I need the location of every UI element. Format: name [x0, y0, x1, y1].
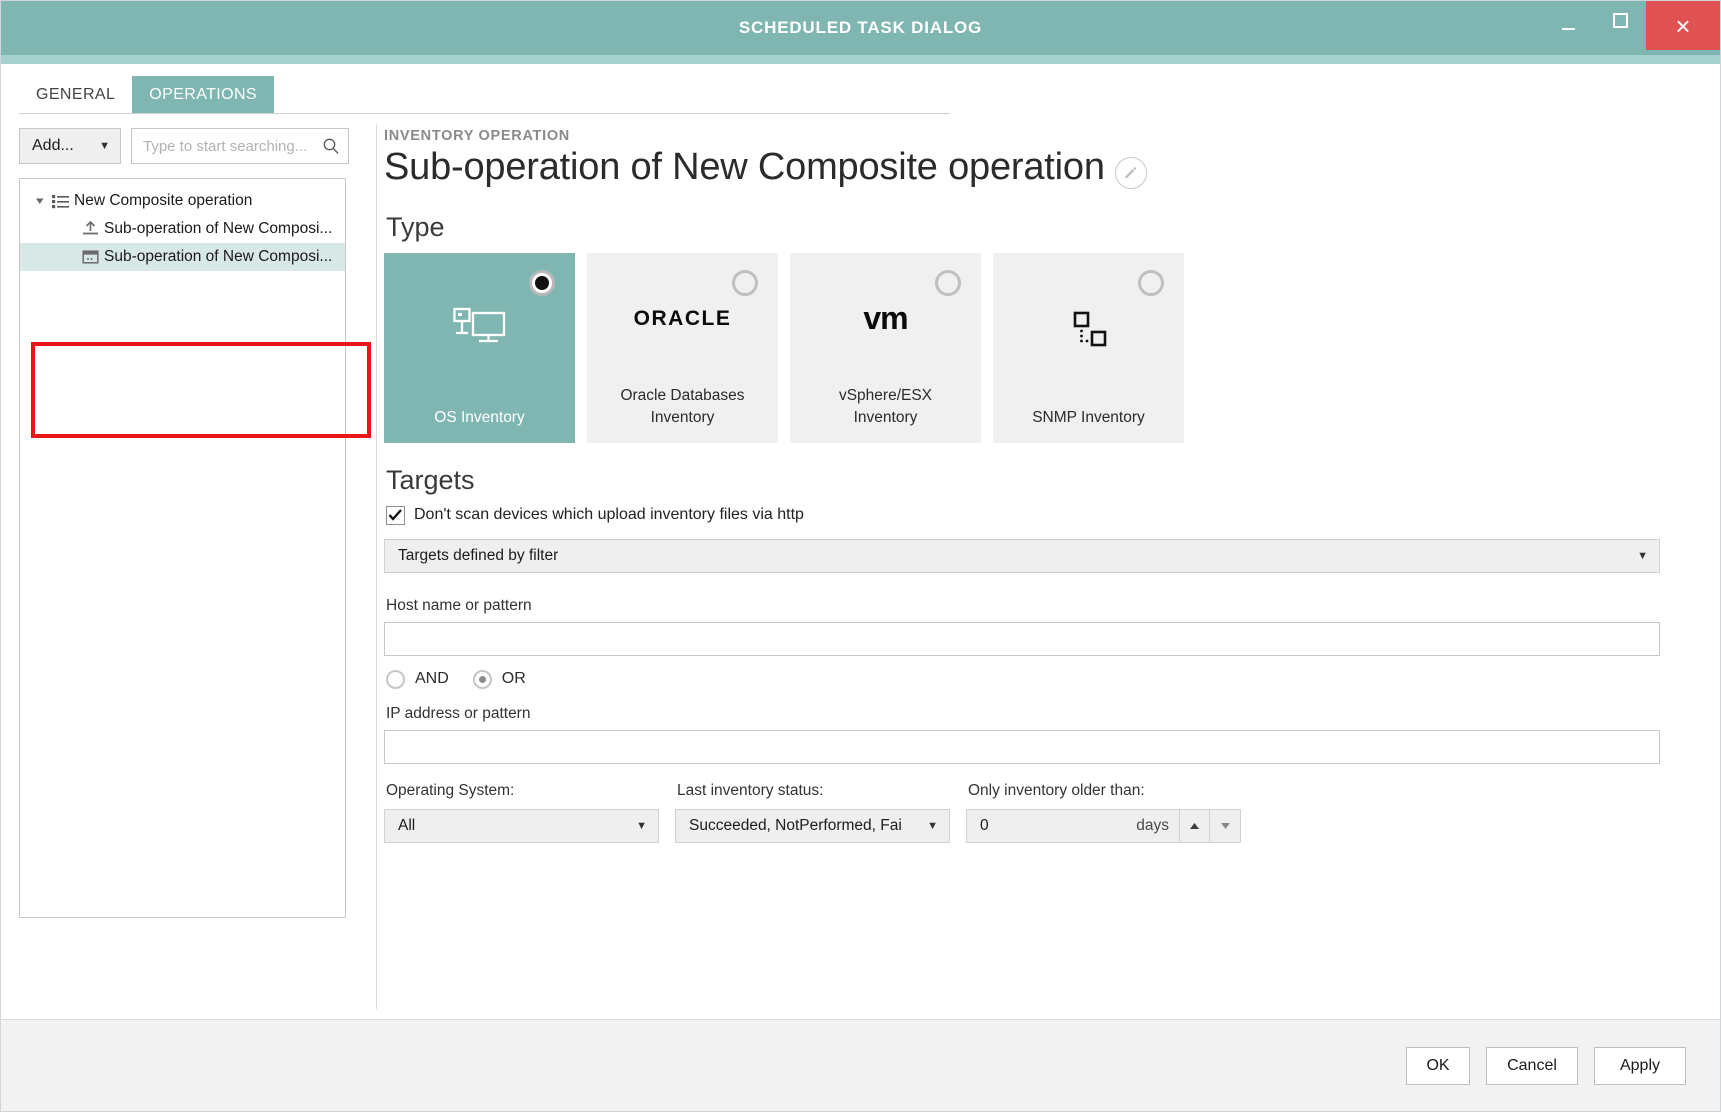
operations-tree[interactable]: New Composite operation Sub-operation of…: [19, 178, 371, 918]
targets-section-heading: Targets: [386, 464, 475, 495]
tree-item-root[interactable]: New Composite operation: [20, 187, 345, 215]
minimize-button[interactable]: [1542, 1, 1594, 39]
operating-system-value: All: [398, 816, 416, 834]
radio-and[interactable]: [386, 669, 405, 689]
target-mode-select[interactable]: Targets defined by filter ▼: [384, 538, 1660, 573]
title-accent-bar: [1, 55, 1720, 64]
dialog-footer: OK Cancel Apply: [1, 1019, 1720, 1111]
radio-vsphere-esx[interactable]: [935, 269, 961, 296]
search-placeholder: Type to start searching...: [143, 137, 308, 155]
close-icon: ×: [1675, 10, 1691, 41]
scheduled-task-dialog: SCHEDULED TASK DIALOG × GENERAL OPERATIO…: [0, 0, 1721, 1112]
tree-highlight-annotation: [31, 342, 371, 438]
radio-oracle-databases[interactable]: [732, 269, 758, 296]
inventory-box-icon: [78, 249, 102, 265]
maximize-icon: [1612, 12, 1628, 28]
pencil-icon[interactable]: [1114, 156, 1147, 189]
expand-collapse-icon[interactable]: [32, 196, 48, 206]
operation-detail-panel: INVENTORY OPERATION Sub-operation of New…: [376, 114, 1720, 1019]
tab-general[interactable]: GENERAL: [19, 76, 132, 114]
window-controls: ×: [1542, 1, 1720, 55]
type-tile-label: vSphere/ESX Inventory: [838, 386, 933, 426]
host-name-label: Host name or pattern: [386, 596, 532, 614]
radio-and-label: AND: [415, 670, 449, 688]
target-mode-value: Targets defined by filter: [398, 546, 559, 564]
list-icon: [48, 194, 72, 209]
tree-item-sub-operation-1[interactable]: Sub-operation of New Composi...: [20, 215, 345, 243]
inventory-age-input[interactable]: 0 days: [966, 808, 1179, 843]
chevron-down-icon: ▼: [927, 819, 938, 832]
add-button-label: Add...: [32, 137, 74, 154]
type-section-heading: Type: [386, 211, 445, 242]
radio-os-inventory[interactable]: [529, 269, 555, 296]
add-button[interactable]: Add... ▼: [19, 128, 121, 164]
type-tile-label: Oracle Databases Inventory: [620, 386, 745, 426]
operations-toolbar: Add... ▼ Type to start searching...: [19, 128, 376, 164]
tree-item-label: New Composite operation: [74, 192, 253, 209]
chevron-down-icon: ▼: [636, 819, 647, 832]
type-tile-os-inventory[interactable]: OS Inventory: [384, 252, 575, 443]
upload-icon: [78, 221, 102, 237]
radio-snmp[interactable]: [1138, 269, 1164, 296]
page-title: Sub-operation of New Composite operation: [384, 146, 1105, 188]
host-name-input[interactable]: [384, 621, 1660, 656]
last-inventory-status-field: Last inventory status: Succeeded, NotPer…: [675, 782, 950, 843]
ip-address-label: IP address or pattern: [386, 704, 531, 722]
detail-title-row: Sub-operation of New Composite operation: [384, 146, 1660, 190]
last-inventory-status-value: Succeeded, NotPerformed, Fai: [689, 816, 902, 834]
tree-item-label: Sub-operation of New Composi...: [104, 220, 333, 237]
operations-panel: Add... ▼ Type to start searching... New …: [1, 114, 376, 1019]
ip-address-input[interactable]: [384, 729, 1660, 764]
search-input[interactable]: Type to start searching...: [131, 128, 349, 164]
logic-operator-group: AND OR: [386, 669, 1660, 689]
tab-operations[interactable]: OPERATIONS: [132, 76, 274, 114]
chevron-down-icon: ▼: [1637, 549, 1648, 562]
title-bar: SCHEDULED TASK DIALOG ×: [1, 1, 1720, 55]
cancel-button[interactable]: Cancel: [1486, 1046, 1578, 1085]
oracle-logo-text: ORACLE: [633, 306, 732, 330]
last-inventory-status-select[interactable]: Succeeded, NotPerformed, Fai ▼: [675, 808, 950, 843]
inventory-age-stepper[interactable]: 0 days: [966, 808, 1241, 843]
vmware-logo-text: vm: [863, 300, 908, 337]
minimize-icon: [1561, 28, 1575, 30]
radio-or[interactable]: [472, 669, 492, 689]
detail-kicker: INVENTORY OPERATION: [384, 128, 570, 144]
maximize-button[interactable]: [1594, 1, 1646, 39]
operating-system-field: Operating System: All ▼: [384, 782, 659, 843]
window-title: SCHEDULED TASK DIALOG: [738, 18, 983, 37]
apply-button[interactable]: Apply: [1594, 1046, 1686, 1085]
type-tile-label: SNMP Inventory: [1032, 408, 1145, 426]
type-tile-vsphere-esx-inventory[interactable]: vm vSphere/ESX Inventory: [790, 252, 981, 443]
inventory-age-label: Only inventory older than:: [968, 781, 1145, 799]
filter-options-row: Operating System: All ▼ Last inventory s…: [384, 782, 1660, 843]
last-inventory-status-label: Last inventory status:: [677, 781, 824, 799]
radio-or-label: OR: [501, 670, 526, 688]
tab-strip: GENERAL OPERATIONS: [1, 64, 1720, 114]
inventory-age-unit: days: [1136, 816, 1169, 834]
no-http-scan-checkbox[interactable]: [386, 505, 405, 525]
type-tile-snmp-inventory[interactable]: SNMP Inventory: [993, 252, 1184, 443]
close-button[interactable]: ×: [1646, 1, 1720, 50]
chevron-down-icon: ▼: [99, 140, 110, 152]
ok-button[interactable]: OK: [1406, 1046, 1470, 1085]
stepper-buttons: [1179, 808, 1241, 843]
stepper-up-button[interactable]: [1179, 808, 1210, 843]
dialog-body: Add... ▼ Type to start searching... New …: [1, 114, 1720, 1019]
inventory-age-field: Only inventory older than: 0 days: [966, 782, 1241, 843]
type-tiles: OS Inventory ORACLE Oracle Databases Inv…: [384, 252, 1660, 443]
stepper-down-button[interactable]: [1210, 808, 1241, 843]
search-icon[interactable]: [322, 137, 340, 155]
tree-item-sub-operation-2[interactable]: Sub-operation of New Composi...: [20, 243, 345, 271]
inventory-age-value: 0: [980, 816, 989, 834]
tree-item-label: Sub-operation of New Composi...: [104, 248, 333, 265]
operating-system-select[interactable]: All ▼: [384, 808, 659, 843]
no-http-scan-label: Don't scan devices which upload inventor…: [414, 506, 804, 524]
type-tile-oracle-databases-inventory[interactable]: ORACLE Oracle Databases Inventory: [587, 252, 778, 443]
no-http-scan-row[interactable]: Don't scan devices which upload inventor…: [386, 505, 1660, 525]
operating-system-label: Operating System:: [386, 781, 515, 799]
type-tile-label: OS Inventory: [434, 408, 525, 426]
